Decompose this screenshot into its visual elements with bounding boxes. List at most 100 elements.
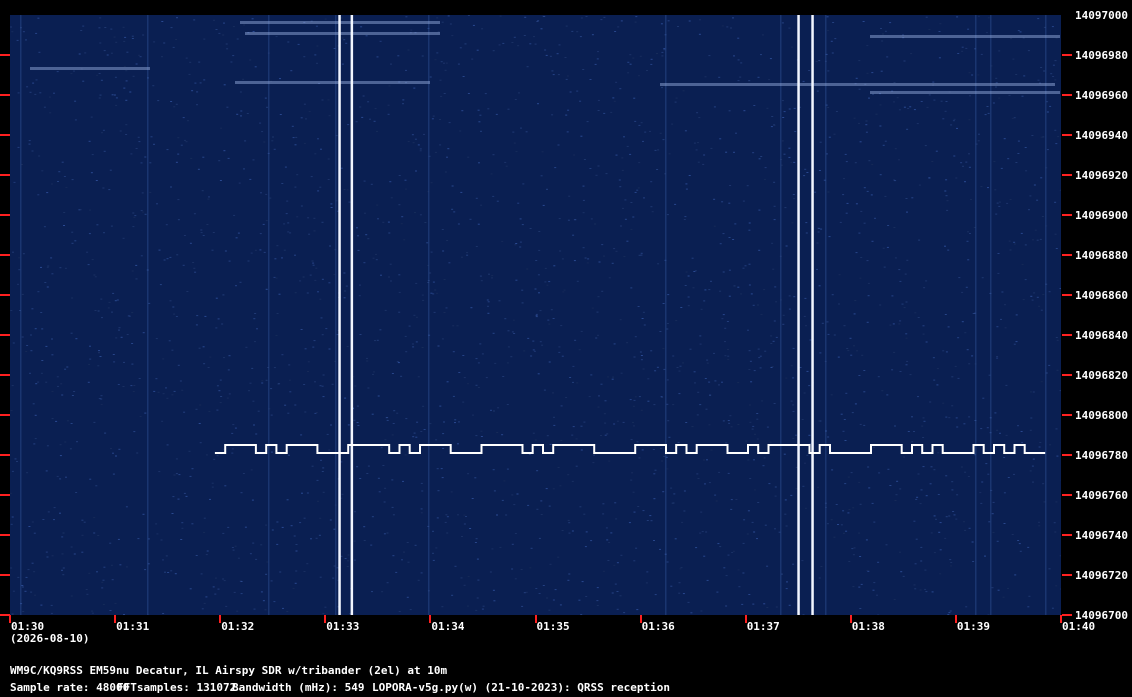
noise-speck xyxy=(443,93,446,94)
freq-tick-left xyxy=(0,174,10,176)
noise-speck xyxy=(312,346,315,348)
noise-speck xyxy=(492,50,495,52)
noise-speck xyxy=(406,542,409,543)
noise-speck xyxy=(16,39,19,41)
noise-speck xyxy=(183,235,186,236)
noise-speck xyxy=(740,293,743,295)
noise-speck xyxy=(295,550,298,552)
noise-speck xyxy=(903,106,906,108)
noise-speck xyxy=(756,438,759,440)
freq-tick-left xyxy=(0,294,10,296)
noise-speck xyxy=(125,124,128,126)
noise-speck xyxy=(582,69,585,70)
noise-speck xyxy=(968,72,971,74)
noise-speck xyxy=(328,115,331,117)
noise-speck xyxy=(173,313,176,315)
noise-speck xyxy=(420,572,423,574)
noise-speck xyxy=(11,31,14,33)
noise-speck xyxy=(760,54,762,56)
noise-speck xyxy=(1053,522,1056,524)
time-tick xyxy=(954,615,957,623)
noise-speck xyxy=(439,119,441,120)
noise-speck xyxy=(957,53,960,54)
noise-speck xyxy=(747,510,750,512)
fft-samples-label: FFTsamples: 131072 xyxy=(117,681,237,694)
noise-speck xyxy=(379,40,382,42)
noise-speck xyxy=(511,494,514,496)
noise-speck xyxy=(970,199,972,200)
noise-speck xyxy=(196,315,199,317)
noise-speck xyxy=(271,529,274,531)
noise-speck xyxy=(597,51,599,53)
noise-speck xyxy=(654,149,657,151)
noise-speck xyxy=(749,421,752,423)
noise-speck xyxy=(706,579,709,581)
noise-speck xyxy=(432,115,435,117)
noise-speck xyxy=(568,522,571,524)
noise-speck xyxy=(703,555,706,557)
noise-speck xyxy=(891,369,894,371)
noise-speck xyxy=(543,389,546,391)
noise-speck xyxy=(249,178,252,180)
noise-speck xyxy=(718,76,721,78)
freq-tick-right xyxy=(1062,374,1072,376)
noise-speck xyxy=(919,589,922,591)
noise-speck xyxy=(793,107,796,109)
noise-speck xyxy=(886,56,889,58)
noise-speck xyxy=(261,382,264,384)
noise-speck xyxy=(620,20,623,22)
noise-speck xyxy=(772,268,775,270)
noise-speck xyxy=(766,565,769,567)
noise-speck xyxy=(904,273,907,275)
noise-speck xyxy=(660,23,663,25)
noise-speck xyxy=(965,161,968,163)
noise-speck xyxy=(405,351,408,353)
noise-speck xyxy=(781,100,784,102)
noise-speck xyxy=(225,43,228,45)
noise-speck xyxy=(103,232,105,234)
noise-speck xyxy=(748,284,751,286)
noise-speck xyxy=(791,46,793,48)
noise-speck xyxy=(303,56,306,58)
noise-speck xyxy=(240,593,243,595)
noise-speck xyxy=(977,15,980,17)
noise-speck xyxy=(600,383,603,385)
noise-speck xyxy=(366,360,369,362)
noise-speck xyxy=(119,130,122,132)
noise-speck xyxy=(532,432,535,434)
noise-speck xyxy=(10,523,13,525)
noise-speck xyxy=(769,58,772,60)
noise-speck xyxy=(855,252,858,254)
noise-speck xyxy=(305,118,307,120)
noise-speck xyxy=(634,336,637,338)
noise-speck xyxy=(176,17,178,19)
noise-speck xyxy=(287,412,290,414)
noise-speck xyxy=(830,519,833,521)
noise-speck xyxy=(235,237,238,239)
noise-speck xyxy=(541,344,544,346)
noise-speck xyxy=(933,515,936,517)
noise-speck xyxy=(47,265,50,267)
noise-speck xyxy=(804,168,807,170)
noise-speck xyxy=(231,448,234,450)
noise-speck xyxy=(133,385,136,386)
noise-speck xyxy=(733,151,735,153)
noise-speck xyxy=(1020,431,1023,432)
noise-speck xyxy=(682,593,685,595)
noise-speck xyxy=(1028,209,1030,211)
noise-speck xyxy=(441,338,444,340)
noise-speck xyxy=(615,154,618,156)
noise-speck xyxy=(687,305,690,307)
noise-speck xyxy=(451,35,454,37)
noise-speck xyxy=(792,437,795,439)
noise-speck xyxy=(167,572,170,573)
noise-speck xyxy=(317,190,320,192)
noise-speck xyxy=(654,594,657,596)
noise-speck xyxy=(766,607,769,608)
noise-speck xyxy=(632,421,634,423)
noise-speck xyxy=(950,562,953,563)
noise-speck xyxy=(760,313,763,315)
noise-speck xyxy=(123,361,125,363)
noise-speck xyxy=(520,569,523,570)
noise-speck xyxy=(587,258,590,260)
